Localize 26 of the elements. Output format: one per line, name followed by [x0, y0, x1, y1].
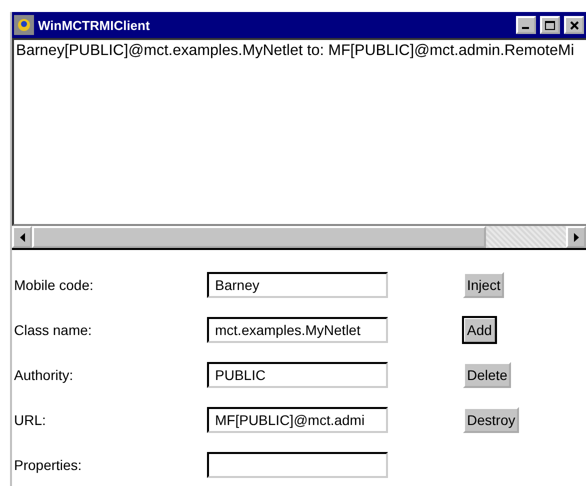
action-button[interactable]: Add [463, 317, 496, 343]
field-label: Properties: [14, 457, 83, 473]
maximize-button[interactable] [540, 16, 560, 34]
close-button[interactable] [564, 16, 584, 34]
action-button[interactable]: Destroy [463, 407, 520, 433]
maximize-icon [545, 20, 555, 30]
minimize-button[interactable] [516, 16, 536, 34]
input-field[interactable] [207, 452, 388, 478]
left-arrow-icon [20, 232, 24, 242]
scroll-right-button[interactable] [566, 226, 586, 248]
close-icon [570, 20, 578, 30]
scroll-left-button[interactable] [12, 226, 32, 248]
window-title: WinMCTRMIClient [38, 18, 151, 32]
field-label: Class name: [14, 322, 93, 338]
output-line: Barney[PUBLIC]@mct.examples.MyNetlet to: MF[PUBLIC]@mct.admin.RemoteMi [16, 42, 576, 60]
action-button[interactable]: Inject [463, 272, 504, 298]
right-arrow-icon [574, 232, 578, 242]
input-field[interactable]: mct.examples.MyNetlet [207, 317, 388, 343]
input-field[interactable]: MF[PUBLIC]@mct.admi [207, 407, 388, 433]
field-label: Authority: [14, 367, 74, 383]
input-field[interactable]: PUBLIC [207, 362, 388, 388]
action-button[interactable]: Delete [463, 362, 512, 388]
app-icon [14, 15, 34, 35]
input-field[interactable]: Barney [207, 272, 388, 298]
field-label: Mobile code: [14, 277, 94, 293]
field-label: URL: [14, 412, 47, 428]
